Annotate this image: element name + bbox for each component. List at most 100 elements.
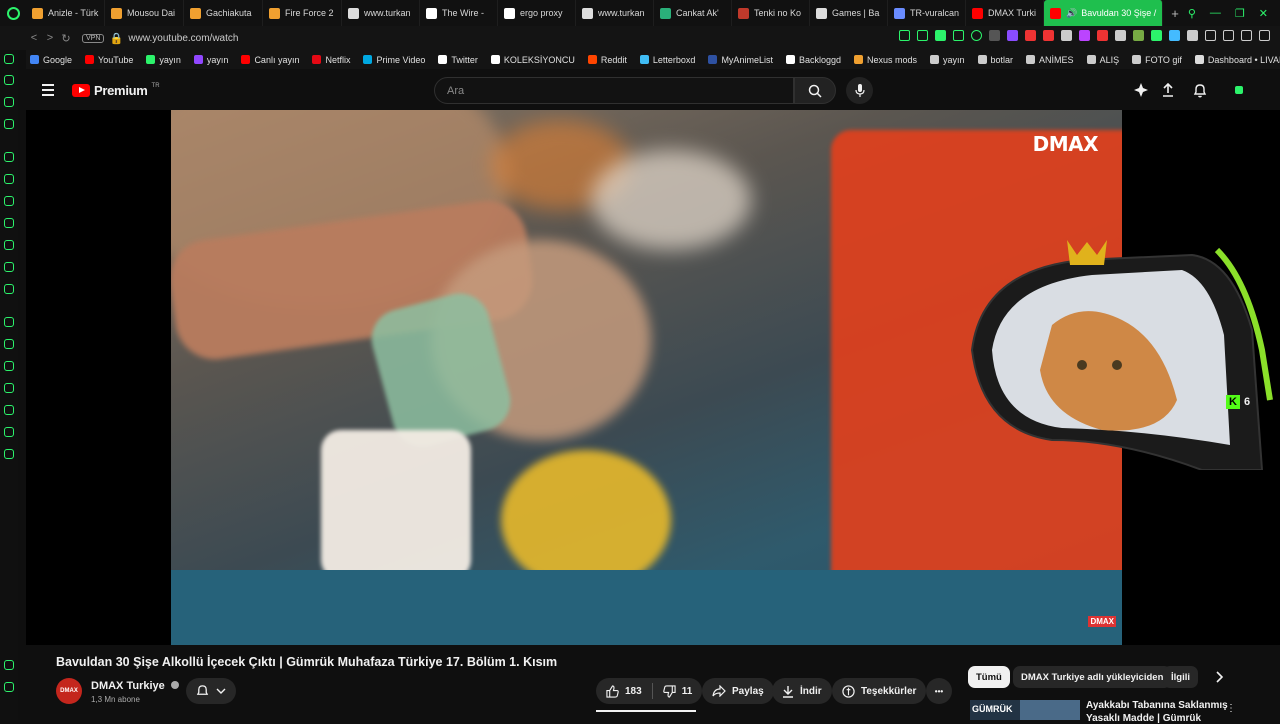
youtube-premium-logo[interactable]: Premium TR	[72, 83, 160, 98]
active-tab[interactable]: 🔊 Bavuldan 30 Şişe /	[1044, 0, 1164, 26]
speed-dial-icon[interactable]	[4, 75, 14, 85]
new-tab-button[interactable]: +	[1163, 6, 1187, 21]
ai-icon[interactable]	[4, 152, 14, 162]
chip-related[interactable]: İlgili	[1163, 666, 1198, 688]
bookmark-item[interactable]: Backloggd	[785, 55, 841, 65]
chip-all[interactable]: Tümü	[968, 666, 1010, 688]
puzzle-icon[interactable]	[1205, 30, 1216, 41]
twitch-icon[interactable]	[4, 196, 14, 206]
history-icon[interactable]	[4, 383, 14, 393]
extension-icon[interactable]	[1025, 30, 1036, 41]
music-icon[interactable]	[4, 97, 14, 107]
mail-icon[interactable]	[4, 119, 14, 129]
share-button[interactable]: Paylaş	[702, 678, 774, 704]
video-player[interactable]: DMAX DMAX K 6	[26, 110, 1280, 645]
bookmark-item[interactable]: Dashboard • LIVAD	[1194, 55, 1280, 65]
instagram-icon[interactable]	[4, 240, 14, 250]
bookmark-item[interactable]: ALIŞ	[1086, 55, 1119, 65]
browser-tab[interactable]: Mousou Dai	[105, 0, 184, 26]
speaker-icon[interactable]: 🔊	[1066, 8, 1077, 19]
bookmark-item[interactable]: Netflix	[312, 55, 350, 65]
bookmark-item[interactable]: Canlı yayın	[241, 55, 299, 65]
chevron-right-icon[interactable]	[1214, 670, 1224, 688]
search-button[interactable]	[794, 77, 836, 104]
bookmark-item[interactable]: yayın	[146, 55, 181, 65]
extension-icon[interactable]	[1043, 30, 1054, 41]
browser-tab[interactable]: Tenki no Ko	[732, 0, 810, 26]
channel-name[interactable]: DMAX Turkiye	[91, 680, 179, 692]
tab-icon[interactable]	[917, 30, 928, 41]
extension-icon[interactable]	[1133, 30, 1144, 41]
browser-tab[interactable]: TR-vuralcan	[888, 0, 966, 26]
shield-icon[interactable]	[935, 30, 946, 41]
downloads-icon[interactable]	[4, 405, 14, 415]
share-icon[interactable]	[1223, 30, 1234, 41]
extension-icon[interactable]	[1079, 30, 1090, 41]
channel-avatar[interactable]: DMAX	[56, 678, 82, 704]
browser-tab[interactable]: DMAX Turki	[966, 0, 1044, 26]
extensions-icon[interactable]	[4, 427, 14, 437]
workspaces-icon[interactable]	[4, 317, 14, 327]
extension-icon[interactable]	[1007, 30, 1018, 41]
avatar[interactable]	[1230, 81, 1248, 99]
more-actions-button[interactable]: •••	[926, 678, 952, 704]
reload-icon[interactable]: ↻	[58, 32, 74, 45]
browser-tab[interactable]: Cankat Ak'	[654, 0, 732, 26]
gx-corner-icon[interactable]	[4, 660, 14, 670]
browser-tab[interactable]: Gachiakuta	[184, 0, 263, 26]
opera-logo-icon[interactable]	[0, 0, 26, 26]
favorites-icon[interactable]	[4, 339, 14, 349]
camera-icon[interactable]	[953, 30, 964, 41]
extension-icon[interactable]	[1187, 30, 1198, 41]
bookmark-item[interactable]: Google	[30, 55, 72, 65]
bookmark-item[interactable]: Letterboxd	[639, 55, 695, 65]
extension-icon[interactable]	[1115, 30, 1126, 41]
bookmark-item[interactable]: Nexus mods	[853, 55, 917, 65]
menu-icon[interactable]	[1259, 30, 1270, 41]
chatgpt-icon[interactable]	[4, 174, 14, 184]
browser-tab[interactable]: Games | Ba	[810, 0, 888, 26]
browser-tab[interactable]: ergo proxy	[498, 0, 576, 26]
url-field[interactable]: www.youtube.com/watch	[128, 33, 238, 44]
bookmark-item[interactable]: botlar	[977, 55, 1013, 65]
extension-icon[interactable]	[1061, 30, 1072, 41]
thanks-button[interactable]: Teşekkürler	[832, 678, 927, 704]
bookmark-item[interactable]: ANİMES	[1026, 55, 1074, 65]
notifications-bell-icon[interactable]	[1191, 81, 1209, 99]
bookmark-item[interactable]: YouTube	[85, 55, 133, 65]
download-button[interactable]: İndir	[772, 678, 832, 704]
discord-icon[interactable]	[4, 284, 14, 294]
bookmark-item[interactable]: FOTO gif	[1132, 55, 1182, 65]
browser-tab[interactable]: Anizle - Türk	[26, 0, 105, 26]
minimize-icon[interactable]: —	[1210, 7, 1221, 19]
dislike-button[interactable]: 11	[662, 684, 692, 698]
heart-icon[interactable]	[971, 30, 982, 41]
search-input[interactable]: Ara	[434, 77, 794, 104]
cpu-icon[interactable]	[4, 361, 14, 371]
browser-tab[interactable]: The Wire -	[420, 0, 498, 26]
bookmark-item[interactable]: MyAnimeList	[708, 55, 773, 65]
bookmark-item[interactable]: Reddit	[587, 55, 627, 65]
bookmark-item[interactable]: Twitter	[438, 55, 478, 65]
upload-icon[interactable]	[1159, 81, 1177, 99]
browser-tab[interactable]: www.turkan	[342, 0, 420, 26]
chip-from-uploader[interactable]: DMAX Turkiye adlı yükleyiciden	[1013, 666, 1172, 688]
recommendation-title[interactable]: Ayakkabı Tabanına Saklanmış	[1086, 700, 1228, 711]
x-icon[interactable]	[4, 262, 14, 272]
browser-tab[interactable]: www.turkan	[576, 0, 654, 26]
download-icon[interactable]	[1241, 30, 1252, 41]
forward-icon[interactable]: >	[42, 32, 58, 44]
bookmark-item[interactable]: yayın	[930, 55, 965, 65]
extension-icon[interactable]	[1151, 30, 1162, 41]
extension-icon[interactable]	[1097, 30, 1108, 41]
bookmark-item[interactable]: yayın	[193, 55, 228, 65]
gx-logo-icon[interactable]	[4, 682, 14, 692]
voice-search-button[interactable]	[846, 77, 873, 104]
like-button[interactable]: 183	[606, 684, 642, 698]
bookmark-item[interactable]: Prime Video	[363, 55, 425, 65]
back-icon[interactable]: <	[26, 32, 42, 44]
gemini-icon[interactable]	[1132, 81, 1150, 99]
close-icon[interactable]: ✕	[1259, 7, 1268, 20]
maximize-icon[interactable]: ❐	[1235, 7, 1245, 20]
search-icon[interactable]: ⚲	[1188, 7, 1196, 20]
